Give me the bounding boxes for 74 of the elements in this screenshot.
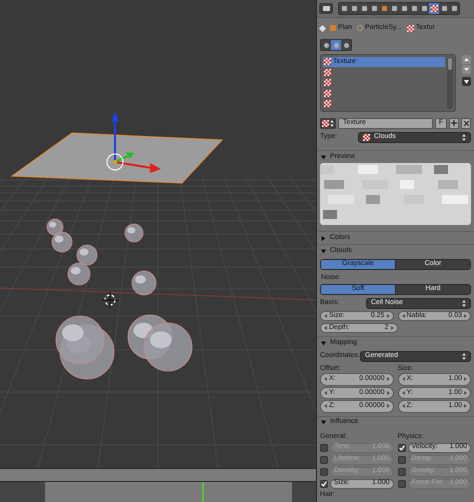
right-arrow-icon xyxy=(464,404,467,408)
left-arrow-icon xyxy=(324,314,327,318)
sphere xyxy=(76,244,98,266)
checker-icon xyxy=(324,100,331,108)
left-arrow-icon xyxy=(324,326,327,330)
right-arrow-icon xyxy=(464,390,467,395)
sphere xyxy=(56,316,104,364)
up-down-arrows-icon xyxy=(330,120,334,126)
right-arrow-icon xyxy=(386,390,390,395)
checker-icon xyxy=(324,79,331,86)
scrollbar[interactable] xyxy=(447,57,453,109)
particles-icon xyxy=(357,25,364,31)
cube-icon xyxy=(330,25,336,31)
checkmark-icon xyxy=(321,480,327,486)
right-arrow-icon xyxy=(386,314,390,318)
add-button[interactable] xyxy=(449,118,459,128)
left-arrow-icon xyxy=(324,390,327,395)
grid-icon xyxy=(322,6,330,11)
checker-icon xyxy=(406,24,414,32)
context-tab[interactable] xyxy=(439,3,449,14)
up-down-arrows-icon xyxy=(462,353,466,360)
current-frame-marker[interactable] xyxy=(202,482,204,502)
left-arrow-icon xyxy=(402,390,404,395)
context-tab[interactable] xyxy=(449,3,459,14)
context-tab[interactable] xyxy=(339,3,349,14)
close-icon xyxy=(464,120,468,126)
checker-icon xyxy=(430,5,438,12)
context-tab[interactable] xyxy=(429,3,439,14)
sphere xyxy=(124,224,144,242)
pin-icon[interactable] xyxy=(318,24,326,32)
context-tab[interactable] xyxy=(419,3,429,14)
right-arrow-icon xyxy=(390,326,394,330)
down-arrow-icon xyxy=(464,68,469,71)
collapse-triangle-icon xyxy=(321,340,326,346)
collapse-triangle-icon xyxy=(321,154,326,160)
transform-gizmo xyxy=(106,112,161,173)
sphere xyxy=(132,270,156,296)
sphere xyxy=(144,322,192,372)
right-arrow-icon xyxy=(386,377,390,382)
checker-icon xyxy=(322,120,329,126)
up-down-arrows-icon xyxy=(462,300,466,307)
collapse-triangle-icon xyxy=(321,248,326,254)
up-down-arrows-icon xyxy=(462,134,466,141)
right-arrow-icon xyxy=(464,377,467,382)
left-arrow-icon xyxy=(402,377,404,382)
left-arrow-icon xyxy=(402,404,404,408)
expand-triangle-icon xyxy=(321,236,326,240)
3d-cursor-icon xyxy=(102,292,118,308)
texture-context-tab[interactable] xyxy=(321,40,331,50)
checker-icon xyxy=(324,58,331,66)
down-arrow-icon xyxy=(464,80,469,84)
specials-button[interactable] xyxy=(462,77,471,86)
editor-type-button[interactable] xyxy=(319,3,333,14)
texture-browse-button[interactable] xyxy=(320,118,336,128)
checker-icon xyxy=(363,134,370,141)
checkbox[interactable] xyxy=(320,480,328,488)
left-arrow-icon xyxy=(324,377,327,382)
move-up-button[interactable] xyxy=(462,55,471,64)
right-arrow-icon xyxy=(464,314,467,318)
checker-icon xyxy=(324,68,331,76)
sphere xyxy=(68,262,90,286)
left-arrow-icon xyxy=(324,404,327,408)
texture-context-tab[interactable] xyxy=(341,40,351,50)
checkbox[interactable] xyxy=(398,444,406,452)
left-arrow-icon xyxy=(402,314,404,318)
up-arrow-icon xyxy=(464,58,469,61)
right-arrow-icon xyxy=(386,404,390,408)
close-button[interactable] xyxy=(461,118,471,128)
checker-icon xyxy=(324,90,331,97)
collapse-triangle-icon xyxy=(321,420,326,425)
plus-icon xyxy=(451,120,457,126)
checkmark-icon xyxy=(398,444,404,450)
sphere xyxy=(52,232,72,252)
move-down-button[interactable] xyxy=(462,65,471,74)
